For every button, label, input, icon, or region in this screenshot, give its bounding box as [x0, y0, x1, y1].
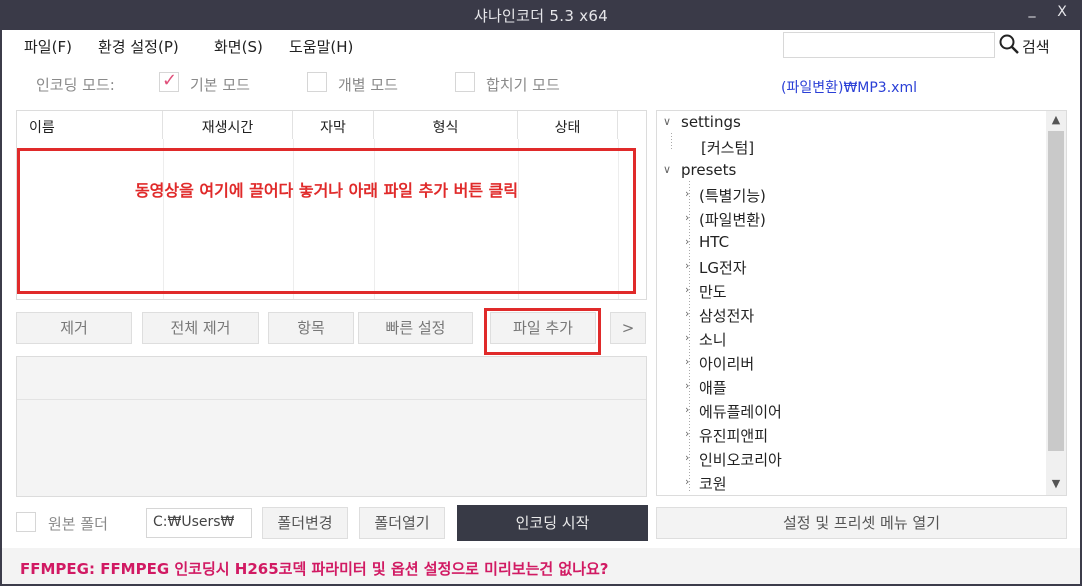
collapse-arrow-icon[interactable]: ›: [685, 211, 689, 224]
column-name[interactable]: 이름: [17, 111, 163, 139]
scroll-up-icon[interactable]: ▲: [1046, 113, 1066, 126]
tree-node-apple[interactable]: 애플: [699, 377, 727, 398]
tree-node-eduplayer[interactable]: 에듀플레이어: [699, 401, 782, 422]
tree-node-special[interactable]: (특별기능): [699, 185, 766, 206]
scroll-thumb[interactable]: [1048, 131, 1064, 451]
tree-node-samsung[interactable]: 삼성전자: [699, 305, 754, 326]
minimize-button[interactable]: _: [1020, 2, 1044, 26]
collapse-arrow-icon[interactable]: ›: [685, 331, 689, 344]
search-input[interactable]: [783, 32, 995, 58]
individual-mode-label[interactable]: 개별 모드: [338, 74, 398, 95]
quick-settings-button[interactable]: 빠른 설정: [358, 312, 473, 344]
drop-hint: 동영상을 여기에 끌어다 놓거나 아래 파일 추가 버튼 클릭: [134, 181, 519, 200]
menu-bar: 파일(F) 환경 설정(P) 화면(S) 도움말(H) 검색: [2, 30, 1080, 60]
items-button[interactable]: 항목: [268, 312, 354, 344]
column-subtitle[interactable]: 자막: [293, 111, 374, 139]
add-file-highlight: [484, 308, 601, 355]
column-format[interactable]: 형식: [374, 111, 518, 139]
menu-settings[interactable]: 환경 설정(P): [98, 36, 179, 57]
drop-zone-highlight[interactable]: 동영상을 여기에 끌어다 놓거나 아래 파일 추가 버튼 클릭: [17, 148, 636, 294]
collapse-arrow-icon[interactable]: ›: [685, 379, 689, 392]
collapse-arrow-icon[interactable]: ›: [685, 235, 689, 248]
remove-all-button[interactable]: 전체 제거: [142, 312, 259, 344]
status-bar: FFMPEG: FFMPEG 인코딩시 H265코덱 파라미터 및 옵션 설정으…: [2, 548, 1080, 584]
tree-node-sony[interactable]: 소니: [699, 329, 727, 350]
collapse-arrow-icon[interactable]: ›: [685, 403, 689, 416]
tree-node-convert[interactable]: (파일변환): [699, 209, 766, 230]
tree-node-mando[interactable]: 만도: [699, 281, 727, 302]
output-path-field[interactable]: C:₩Users₩: [146, 508, 252, 538]
remove-button[interactable]: 제거: [16, 312, 132, 344]
column-status[interactable]: 상태: [518, 111, 618, 139]
collapse-arrow-icon[interactable]: ›: [685, 427, 689, 440]
original-folder-label[interactable]: 원본 폴더: [48, 513, 108, 534]
close-button[interactable]: X: [1050, 4, 1074, 28]
collapse-arrow-icon[interactable]: ›: [685, 355, 689, 368]
main-panel: 파일(F) 환경 설정(P) 화면(S) 도움말(H) 검색 인코딩 모드: ✓…: [2, 30, 1080, 584]
open-settings-menu-button[interactable]: 설정 및 프리셋 메뉴 열기: [656, 507, 1067, 539]
status-message[interactable]: FFMPEG: FFMPEG 인코딩시 H265코덱 파라미터 및 옵션 설정으…: [20, 558, 609, 579]
collapse-arrow-icon[interactable]: ›: [685, 187, 689, 200]
mode-label: 인코딩 모드:: [36, 76, 115, 94]
original-folder-checkbox[interactable]: [16, 512, 36, 532]
tree-scrollbar[interactable]: ▲ ▼: [1046, 111, 1066, 495]
menu-help[interactable]: 도움말(H): [289, 36, 353, 57]
preset-path-link[interactable]: (파일변환)₩MP3.xml: [781, 77, 917, 97]
search-icon[interactable]: [998, 33, 1020, 55]
expand-arrow-icon[interactable]: ∨: [663, 115, 671, 128]
menu-view[interactable]: 화면(S): [214, 36, 263, 57]
app-window: 샤나인코더 5.3 x64 _ X 파일(F) 환경 설정(P) 화면(S) 도…: [0, 0, 1082, 586]
file-list[interactable]: 이름 재생시간 자막 형식 상태 동영상을 여기에 끌어다 놓거나 아래 파일 …: [16, 110, 647, 300]
tree-node-yujin[interactable]: 유진피앤피: [699, 425, 768, 446]
collapse-arrow-icon[interactable]: ›: [685, 451, 689, 464]
check-icon: ✓: [162, 70, 178, 91]
tree-node-cowon[interactable]: 코원: [699, 473, 727, 494]
merge-mode-label[interactable]: 합치기 모드: [486, 74, 560, 95]
window-title: 샤나인코더 5.3 x64: [473, 7, 609, 25]
info-panel: [16, 356, 647, 497]
title-bar: 샤나인코더 5.3 x64 _ X: [0, 0, 1082, 30]
change-folder-button[interactable]: 폴더변경: [262, 507, 348, 539]
tree-node-iriver[interactable]: 아이리버: [699, 353, 754, 374]
basic-mode-label[interactable]: 기본 모드: [190, 74, 250, 95]
open-folder-button[interactable]: 폴더열기: [359, 507, 445, 539]
tree-node-presets[interactable]: presets: [681, 161, 736, 179]
scroll-down-icon[interactable]: ▼: [1046, 477, 1066, 490]
merge-mode-checkbox[interactable]: [455, 72, 475, 92]
basic-mode-checkbox[interactable]: ✓: [159, 70, 179, 92]
search-label[interactable]: 검색: [1022, 36, 1050, 57]
collapse-arrow-icon[interactable]: ›: [685, 283, 689, 296]
output-bar: 원본 폴더 C:₩Users₩ 폴더변경 폴더열기 인코딩 시작 설정 및 프리…: [2, 504, 1080, 541]
info-divider: [17, 399, 646, 400]
more-button[interactable]: >: [610, 312, 646, 344]
menu-file[interactable]: 파일(F): [24, 36, 72, 57]
tree-node-invio[interactable]: 인비오코리아: [699, 449, 782, 470]
preset-tree[interactable]: ∨ settings [커스텀] ∨ presets › (특별기능) › (파…: [656, 110, 1067, 496]
tree-guide: [671, 133, 672, 149]
tree-node-custom[interactable]: [커스텀]: [701, 137, 754, 158]
collapse-arrow-icon[interactable]: ›: [685, 475, 689, 488]
column-duration[interactable]: 재생시간: [163, 111, 293, 139]
tree-node-settings[interactable]: settings: [681, 113, 741, 131]
tree-node-htc[interactable]: HTC: [699, 233, 729, 251]
tree-node-lg[interactable]: LG전자: [699, 257, 747, 278]
collapse-arrow-icon[interactable]: ›: [685, 259, 689, 272]
encoding-mode-bar: 인코딩 모드: ✓ 기본 모드 개별 모드 합치기 모드 (파일변환)₩MP3.…: [2, 66, 1080, 98]
start-encoding-button[interactable]: 인코딩 시작: [457, 505, 648, 541]
collapse-arrow-icon[interactable]: ›: [685, 307, 689, 320]
expand-arrow-icon[interactable]: ∨: [663, 163, 671, 176]
individual-mode-checkbox[interactable]: [307, 72, 327, 92]
